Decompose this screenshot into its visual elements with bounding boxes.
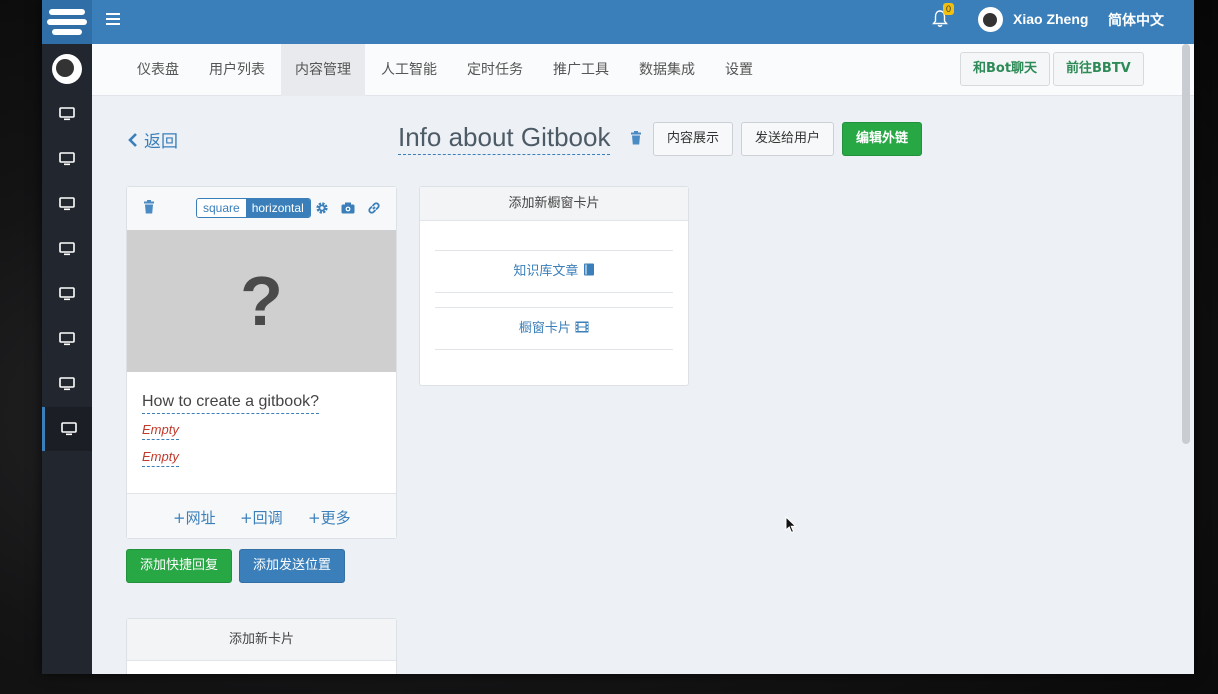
top-nav: 仪表盘 用户列表 内容管理 人工智能 定时任务 推广工具 数据集成 设置 和Bo… bbox=[92, 44, 1194, 96]
monitor-icon bbox=[59, 332, 75, 346]
app-window: 0 Xiao Zheng 简体中文 仪表盘 用户列表 内容管理 人工智能 定时任… bbox=[42, 0, 1194, 674]
edit-external-link-button[interactable]: 编辑外链 bbox=[842, 122, 923, 156]
add-url-link[interactable]: +网址 bbox=[173, 507, 216, 528]
tab-user-list[interactable]: 用户列表 bbox=[195, 44, 279, 96]
tab-content-management[interactable]: 内容管理 bbox=[281, 44, 365, 96]
trash-icon[interactable] bbox=[142, 200, 156, 214]
tab-settings[interactable]: 设置 bbox=[711, 44, 767, 96]
app-logo[interactable] bbox=[42, 0, 92, 44]
goto-bbtv-button[interactable]: 前往BBTV bbox=[1053, 52, 1144, 86]
monitor-icon bbox=[59, 152, 75, 166]
sidebar-item-8-active[interactable] bbox=[42, 407, 92, 451]
add-more-link[interactable]: +更多 bbox=[308, 507, 351, 528]
card-title[interactable]: How to create a gitbook? bbox=[142, 391, 319, 414]
gear-icon[interactable] bbox=[315, 201, 329, 215]
user-name[interactable]: Xiao Zheng bbox=[1013, 11, 1088, 27]
sidebar-item-6[interactable] bbox=[42, 317, 92, 361]
add-new-card-title[interactable]: 添加新卡片 bbox=[127, 619, 396, 661]
monitor-icon bbox=[59, 287, 75, 301]
sidebar-item-1[interactable] bbox=[42, 92, 92, 136]
content-display-button[interactable]: 内容展示 bbox=[653, 122, 734, 156]
top-bar: 0 Xiao Zheng 简体中文 bbox=[42, 0, 1194, 44]
chevron-left-icon bbox=[128, 132, 137, 147]
sidebar-item-7[interactable] bbox=[42, 362, 92, 406]
tab-scheduled-tasks[interactable]: 定时任务 bbox=[453, 44, 537, 96]
menu-toggle-icon[interactable] bbox=[106, 13, 120, 25]
knowledge-base-article-option[interactable]: 知识库文章 bbox=[435, 250, 673, 293]
add-showcase-card-panel: 添加新橱窗卡片 知识库文章 橱窗卡片 bbox=[419, 186, 689, 386]
monitor-icon bbox=[60, 422, 77, 436]
monitor-icon bbox=[59, 107, 75, 121]
add-quick-reply-button[interactable]: 添加快捷回复 bbox=[126, 549, 233, 583]
sidebar-item-5[interactable] bbox=[42, 272, 92, 316]
link-icon[interactable] bbox=[367, 201, 381, 215]
monitor-icon bbox=[59, 242, 75, 256]
page-title[interactable]: Info about Gitbook bbox=[398, 120, 611, 155]
card-description-field[interactable]: Empty bbox=[142, 448, 179, 467]
page-scrollbar[interactable] bbox=[1182, 44, 1190, 444]
user-avatar[interactable] bbox=[978, 7, 1003, 32]
back-link[interactable]: 返回 bbox=[128, 127, 178, 152]
tab-promotion-tools[interactable]: 推广工具 bbox=[539, 44, 623, 96]
book-icon bbox=[583, 263, 594, 276]
send-to-user-button[interactable]: 发送给用户 bbox=[741, 122, 835, 156]
card-toolbar: square horizontal bbox=[127, 187, 396, 230]
tab-ai[interactable]: 人工智能 bbox=[367, 44, 451, 96]
toggle-horizontal[interactable]: horizontal bbox=[245, 199, 310, 217]
notification-bell[interactable]: 0 bbox=[932, 3, 955, 32]
layout-toggle: square horizontal bbox=[196, 198, 311, 218]
sidebar-item-3[interactable] bbox=[42, 182, 92, 226]
sidebar-avatar[interactable] bbox=[52, 54, 82, 84]
panel-title: 添加新橱窗卡片 bbox=[420, 187, 688, 221]
tab-data-integration[interactable]: 数据集成 bbox=[625, 44, 709, 96]
content-card: square horizontal ? How to create a gitb… bbox=[126, 186, 397, 539]
add-new-card-panel: 添加新卡片 bbox=[126, 618, 397, 674]
notification-count-badge: 0 bbox=[943, 3, 955, 15]
sidebar-item-2[interactable] bbox=[42, 137, 92, 181]
card-footer: +网址 +回调 +更多 bbox=[127, 493, 396, 538]
trash-icon[interactable] bbox=[630, 131, 642, 145]
mouse-cursor-icon bbox=[785, 516, 797, 534]
sidebar bbox=[42, 44, 92, 674]
add-send-location-button[interactable]: 添加发送位置 bbox=[239, 549, 346, 583]
monitor-icon bbox=[59, 197, 75, 211]
monitor-icon bbox=[59, 377, 75, 391]
language-switcher[interactable]: 简体中文 bbox=[1108, 10, 1164, 30]
card-image-placeholder[interactable]: ? bbox=[127, 230, 396, 372]
tab-dashboard[interactable]: 仪表盘 bbox=[123, 44, 193, 96]
question-mark-icon: ? bbox=[240, 262, 283, 340]
card-subtitle-field[interactable]: Empty bbox=[142, 421, 179, 440]
film-icon bbox=[575, 321, 589, 333]
camera-icon[interactable] bbox=[341, 201, 355, 215]
add-callback-link[interactable]: +回调 bbox=[240, 507, 283, 528]
sidebar-item-4[interactable] bbox=[42, 227, 92, 271]
knowledge-base-label: 知识库文章 bbox=[513, 264, 579, 279]
toggle-square[interactable]: square bbox=[197, 199, 246, 217]
back-label: 返回 bbox=[144, 132, 178, 152]
chat-with-bot-button[interactable]: 和Bot聊天 bbox=[960, 52, 1051, 86]
showcase-card-option[interactable]: 橱窗卡片 bbox=[435, 307, 673, 350]
showcase-card-label: 橱窗卡片 bbox=[518, 321, 571, 336]
